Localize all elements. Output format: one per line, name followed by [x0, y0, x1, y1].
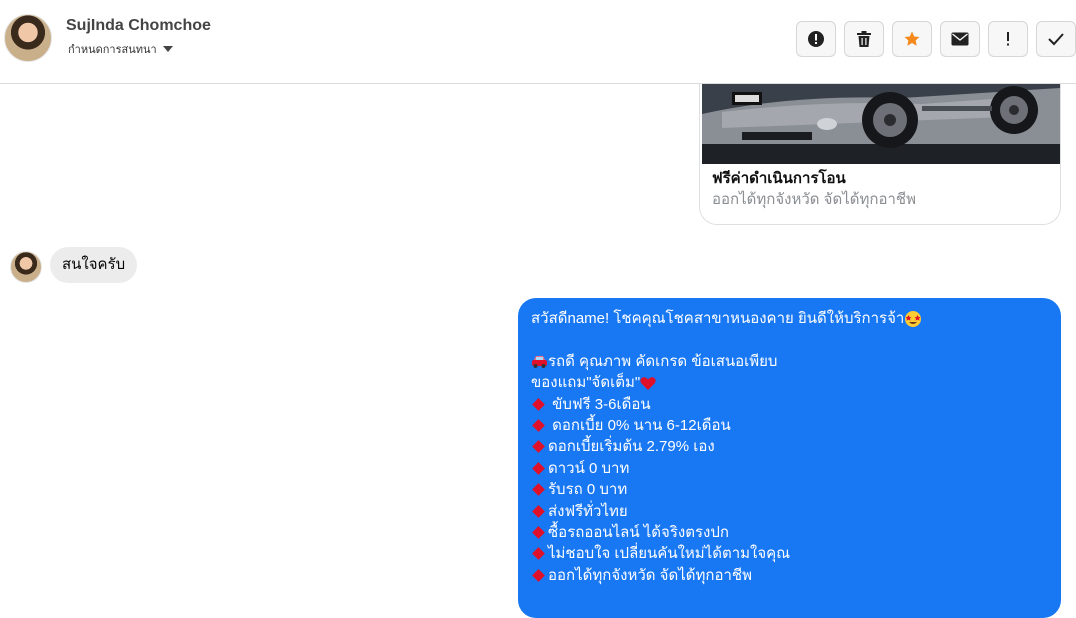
bullet-item: ออกได้ทุกจังหวัด จัดได้ทุกอาชีพ	[531, 565, 1048, 586]
bullet-item: ดอกเบี้ยเริ่มต้น 2.79% เอง	[531, 436, 1048, 457]
bullet-item: ดอกเบี้ย 0% นาน 6-12เดือน	[531, 415, 1048, 436]
caret-down-icon	[162, 46, 173, 52]
shared-post-card[interactable]: ฟรีค่าดำเนินการโอน ออกได้ทุกจังหวัด จัดไ…	[699, 84, 1061, 225]
bullet-text: ส่งฟรีทั่วไทย	[548, 502, 628, 520]
conversation-header: SujInda Chomchoe กำหนดการสนทนา	[0, 0, 1076, 84]
bullet-text: ดาวน์ 0 บาท	[548, 459, 630, 477]
outgoing-message-bubble: สวัสดีname! โชคคุณโชคสาขาหนองคาย ยินดีให…	[518, 298, 1061, 618]
incoming-message-bubble: สนใจครับ	[50, 247, 138, 283]
exclamation-icon	[1007, 32, 1009, 46]
bullet-text: ซื้อรถออนไลน์ ได้จริงตรงปก	[548, 523, 729, 541]
bullet-item: ไม่ชอบใจ เปลี่ยนคันใหม่ได้ตามใจคุณ	[531, 543, 1048, 564]
red-diamond-icon	[532, 526, 545, 539]
bullet-item: ขับฟรี 3-6เดือน	[531, 394, 1048, 415]
message-line: ของแถม"จัดเต็ม"	[531, 372, 1048, 393]
car-emoji-icon	[532, 356, 547, 369]
conversation-stage-dropdown[interactable]: กำหนดการสนทนา	[68, 40, 173, 58]
heart-emoji-icon	[640, 376, 656, 390]
bullet-item: ดาวน์ 0 บาท	[531, 458, 1048, 479]
report-button[interactable]	[796, 21, 836, 57]
card-subtitle: ออกได้ทุกจังหวัด จัดได้ทุกอาชีพ	[712, 191, 916, 208]
bullet-text: รับรถ 0 บาท	[548, 481, 628, 499]
bullet-item: ส่งฟรีทั่วไทย	[531, 501, 1048, 522]
car-photo	[702, 84, 1060, 164]
contact-name[interactable]: SujInda Chomchoe	[66, 17, 211, 35]
message-line: สวัสดีname! โชคคุณโชคสาขาหนองคาย ยินดีให…	[531, 308, 1048, 329]
trash-icon	[857, 31, 871, 47]
conversation-stage-label: กำหนดการสนทนา	[68, 44, 157, 56]
freebies-text: ของแถม"จัดเต็ม"	[531, 374, 641, 392]
report-icon	[808, 31, 824, 47]
red-diamond-icon	[532, 547, 545, 561]
email-button[interactable]	[940, 21, 980, 57]
sender-avatar	[10, 251, 42, 283]
star-button[interactable]	[892, 21, 932, 57]
contact-avatar[interactable]	[4, 14, 52, 62]
envelope-icon	[951, 32, 969, 46]
bullet-item: ซื้อรถออนไลน์ ได้จริงตรงปก	[531, 522, 1048, 543]
bullet-text: ดอกเบี้ย 0% นาน 6-12เดือน	[548, 416, 731, 434]
star-icon	[904, 31, 920, 46]
red-diamond-icon	[532, 397, 545, 411]
check-icon	[1048, 33, 1064, 46]
bullet-text: ดอกเบี้ยเริ่มต้น 2.79% เอง	[548, 438, 715, 456]
red-diamond-icon	[532, 461, 545, 475]
star-eyes-emoji-icon	[905, 311, 922, 328]
bullet-item: รับรถ 0 บาท	[531, 479, 1048, 500]
red-diamond-icon	[532, 504, 545, 518]
delete-button[interactable]	[844, 21, 884, 57]
greeting-text: สวัสดีname! โชคคุณโชคสาขาหนองคาย ยินดีให…	[531, 310, 905, 327]
mark-important-button[interactable]	[988, 21, 1028, 57]
red-diamond-icon	[532, 483, 545, 497]
bullet-text: ออกได้ทุกจังหวัด จัดได้ทุกอาชีพ	[548, 566, 752, 584]
intro-text: รถดี คุณภาพ คัดเกรด ข้อเสนอเพียบ	[548, 352, 778, 370]
red-diamond-icon	[532, 568, 545, 582]
action-toolbar	[796, 21, 1076, 57]
mark-done-button[interactable]	[1036, 21, 1076, 57]
red-diamond-icon	[532, 440, 545, 454]
red-diamond-icon	[532, 419, 545, 432]
bullet-text: ไม่ชอบใจ เปลี่ยนคันใหม่ได้ตามใจคุณ	[548, 545, 791, 563]
message-line: รถดี คุณภาพ คัดเกรด ข้อเสนอเพียบ	[531, 351, 1048, 372]
bullet-text: ขับฟรี 3-6เดือน	[548, 395, 651, 413]
